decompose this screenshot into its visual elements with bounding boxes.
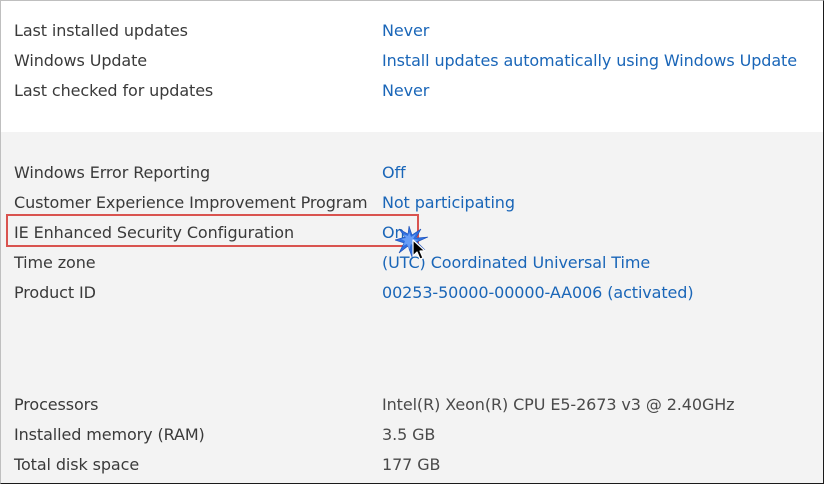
row-processors: Processors Intel(R) Xeon(R) CPU E5-2673 … bbox=[1, 392, 823, 418]
last-checked-updates-link[interactable]: Never bbox=[382, 78, 429, 104]
time-zone-label: Time zone bbox=[14, 253, 96, 272]
cursor-overlay bbox=[395, 223, 435, 263]
configuration-section: Windows Error Reporting Off Customer Exp… bbox=[1, 132, 823, 483]
row-windows-error-reporting: Windows Error Reporting Off bbox=[1, 160, 823, 186]
mouse-pointer-icon bbox=[412, 239, 426, 260]
row-windows-update: Windows Update Install updates automatic… bbox=[1, 48, 823, 74]
row-last-checked-updates: Last checked for updates Never bbox=[1, 78, 823, 104]
windows-update-link[interactable]: Install updates automatically using Wind… bbox=[382, 48, 797, 74]
product-id-label: Product ID bbox=[14, 283, 96, 302]
row-ceip: Customer Experience Improvement Program … bbox=[1, 190, 823, 216]
processors-value: Intel(R) Xeon(R) CPU E5-2673 v3 @ 2.40GH… bbox=[382, 395, 735, 414]
total-disk-space-label: Total disk space bbox=[14, 455, 140, 474]
windows-update-label: Windows Update bbox=[14, 51, 148, 70]
processors-label: Processors bbox=[14, 395, 99, 414]
windows-error-reporting-link[interactable]: Off bbox=[382, 160, 406, 186]
ie-esc-highlight-box bbox=[6, 214, 419, 247]
last-checked-updates-label: Last checked for updates bbox=[14, 81, 214, 100]
last-installed-updates-label: Last installed updates bbox=[14, 21, 188, 40]
updates-section: Last installed updates Never Windows Upd… bbox=[1, 1, 823, 132]
installed-memory-value: 3.5 GB bbox=[382, 425, 436, 444]
row-total-disk-space: Total disk space 177 GB bbox=[1, 452, 823, 478]
installed-memory-label: Installed memory (RAM) bbox=[14, 425, 205, 444]
last-installed-updates-link[interactable]: Never bbox=[382, 18, 429, 44]
ceip-link[interactable]: Not participating bbox=[382, 190, 515, 216]
row-installed-memory: Installed memory (RAM) 3.5 GB bbox=[1, 422, 823, 448]
total-disk-space-value: 177 GB bbox=[382, 455, 441, 474]
product-id-link[interactable]: 00253-50000-00000-AA006 (activated) bbox=[382, 280, 694, 306]
ceip-label: Customer Experience Improvement Program bbox=[14, 193, 368, 212]
row-product-id: Product ID 00253-50000-00000-AA006 (acti… bbox=[1, 280, 823, 306]
row-last-installed-updates: Last installed updates Never bbox=[1, 18, 823, 44]
windows-error-reporting-label: Windows Error Reporting bbox=[14, 163, 211, 182]
server-properties-panel: Last installed updates Never Windows Upd… bbox=[0, 0, 824, 484]
